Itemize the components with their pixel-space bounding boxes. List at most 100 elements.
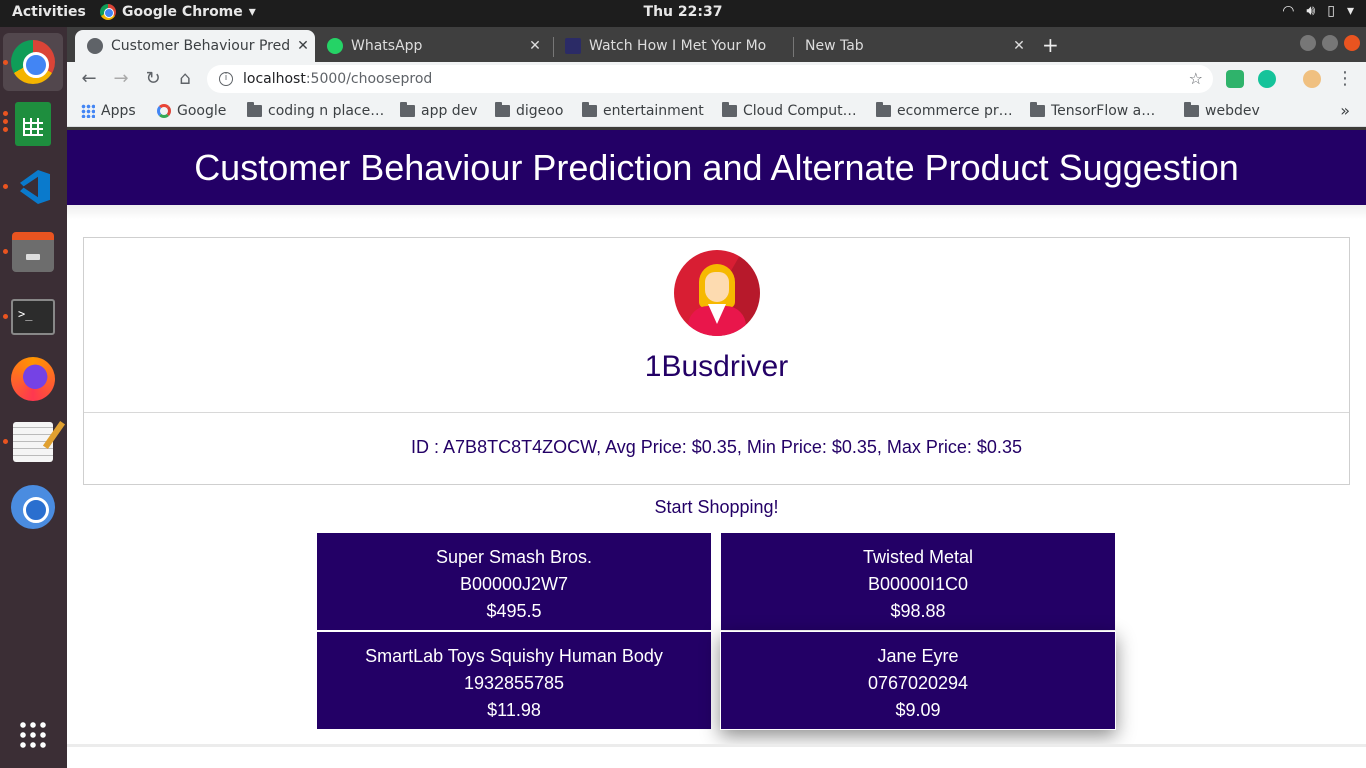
bookmark-cloud-computing[interactable]: Cloud Comput… bbox=[722, 102, 857, 119]
folder-icon bbox=[247, 102, 262, 117]
folder-icon bbox=[1030, 102, 1045, 117]
more-menu-icon[interactable]: ⋮ bbox=[1333, 67, 1357, 91]
close-icon[interactable]: ✕ bbox=[291, 38, 315, 54]
profile-avatar[interactable] bbox=[1303, 70, 1321, 88]
close-icon[interactable]: ✕ bbox=[1007, 38, 1031, 54]
bookmark-star-icon[interactable]: ☆ bbox=[1189, 69, 1203, 88]
text-editor-icon bbox=[13, 422, 53, 462]
page-title: Customer Behaviour Prediction and Altern… bbox=[67, 130, 1366, 205]
bookmark-label: webdev bbox=[1205, 103, 1260, 119]
info-icon[interactable]: i bbox=[219, 72, 233, 86]
window-controls bbox=[1300, 35, 1360, 51]
video-site-icon bbox=[565, 38, 581, 54]
minimize-button[interactable] bbox=[1300, 35, 1316, 51]
running-indicator bbox=[3, 184, 8, 189]
dock-libreoffice-calc[interactable] bbox=[10, 101, 56, 147]
url-path: :5000/chooseprod bbox=[305, 71, 433, 87]
bookmarks-overflow-icon[interactable]: » bbox=[1340, 101, 1350, 120]
folder-icon bbox=[400, 102, 415, 117]
extension-icon[interactable] bbox=[1226, 70, 1244, 88]
dock-chromium[interactable] bbox=[10, 484, 56, 530]
vscode-icon bbox=[12, 166, 54, 208]
grid-icon bbox=[18, 720, 48, 750]
bookmark-apps[interactable]: Apps bbox=[81, 103, 136, 119]
reload-button[interactable]: ↻ bbox=[141, 67, 165, 91]
product-price: $98.88 bbox=[890, 601, 946, 621]
folder-icon bbox=[1184, 102, 1199, 117]
product-card[interactable]: Twisted Metal B00000I1C0 $98.88 bbox=[720, 532, 1116, 631]
page-viewport: Customer Behaviour Prediction and Altern… bbox=[67, 130, 1366, 768]
bookmark-tensorflow[interactable]: TensorFlow a… bbox=[1030, 102, 1156, 119]
chevron-down-icon: ▾ bbox=[1346, 3, 1354, 19]
running-indicator bbox=[3, 314, 8, 319]
grammarly-icon[interactable] bbox=[1258, 70, 1276, 88]
tab-title: WhatsApp bbox=[351, 38, 423, 54]
product-price: $495.5 bbox=[486, 601, 542, 621]
home-button[interactable]: ⌂ bbox=[173, 67, 197, 91]
bookmark-ecommerce[interactable]: ecommerce pr… bbox=[876, 102, 1013, 119]
avatar-face bbox=[705, 272, 729, 302]
bookmark-webdev[interactable]: webdev bbox=[1184, 102, 1260, 119]
tab-whatsapp[interactable]: WhatsApp ✕ bbox=[315, 30, 547, 62]
tab-title: New Tab bbox=[805, 38, 864, 54]
bookmark-entertainment[interactable]: entertainment bbox=[582, 102, 704, 119]
system-tray[interactable]: ◠ 🔊︎ ▯ ▾ bbox=[1282, 3, 1354, 19]
maximize-button[interactable] bbox=[1322, 35, 1338, 51]
terminal-icon: >_ bbox=[11, 299, 55, 335]
back-button[interactable]: ← bbox=[77, 67, 101, 91]
running-indicator bbox=[3, 111, 8, 116]
product-name: Jane Eyre bbox=[877, 646, 959, 666]
product-id: 1932855785 bbox=[463, 673, 565, 693]
bookmark-digeoo[interactable]: digeoo bbox=[495, 102, 563, 119]
battery-icon: ▯ bbox=[1327, 3, 1335, 19]
address-bar[interactable]: i localhost:5000/chooseprod ☆ bbox=[207, 65, 1213, 93]
product-price: $9.09 bbox=[895, 700, 941, 720]
product-card[interactable]: Super Smash Bros. B00000J2W7 $495.5 bbox=[316, 532, 712, 631]
dock-chrome[interactable] bbox=[3, 33, 63, 91]
username: 1Busdriver bbox=[644, 350, 789, 383]
folder-icon bbox=[876, 102, 891, 117]
product-price: $11.98 bbox=[487, 700, 541, 720]
app-menu[interactable]: Google Chrome ▾ bbox=[100, 4, 256, 20]
product-name: SmartLab Toys Squishy Human Body bbox=[365, 646, 663, 666]
new-tab-button[interactable]: + bbox=[1042, 33, 1059, 57]
product-card[interactable]: Jane Eyre 0767020294 $9.09 bbox=[720, 631, 1116, 730]
dock-firefox[interactable] bbox=[10, 356, 56, 402]
running-indicator bbox=[3, 249, 8, 254]
chrome-icon bbox=[11, 40, 55, 84]
activities-button[interactable]: Activities bbox=[12, 4, 86, 20]
close-icon[interactable]: ✕ bbox=[523, 38, 547, 54]
user-card-header: 1Busdriver bbox=[84, 238, 1349, 413]
product-name: Super Smash Bros. bbox=[435, 547, 593, 567]
dock-terminal[interactable]: >_ bbox=[10, 294, 56, 340]
tab-new-tab[interactable]: New Tab ✕ bbox=[793, 30, 1031, 62]
bookmark-coding[interactable]: coding n place… bbox=[247, 102, 384, 119]
forward-button[interactable]: → bbox=[109, 67, 133, 91]
firefox-icon bbox=[11, 357, 55, 401]
tab-how-i-met-your-mother[interactable]: Watch How I Met Your Mo bbox=[553, 30, 791, 62]
bookmark-google[interactable]: Google bbox=[157, 103, 226, 119]
product-card[interactable]: SmartLab Toys Squishy Human Body 1932855… bbox=[316, 631, 712, 730]
show-applications-button[interactable] bbox=[10, 712, 56, 758]
gnome-top-bar: Activities Google Chrome ▾ Thu 22:37 ◠ 🔊… bbox=[0, 0, 1366, 27]
dock-files[interactable] bbox=[10, 229, 56, 275]
app-menu-label: Google Chrome bbox=[122, 4, 243, 20]
close-window-button[interactable] bbox=[1344, 35, 1360, 51]
whatsapp-icon bbox=[327, 38, 343, 54]
running-indicator bbox=[3, 60, 8, 65]
bookmark-label: Apps bbox=[101, 103, 136, 119]
dock-text-editor[interactable] bbox=[10, 419, 56, 465]
product-grid: Super Smash Bros. B00000J2W7 $495.5 Twis… bbox=[316, 532, 1117, 730]
bookmark-label: app dev bbox=[421, 103, 478, 119]
folder-icon bbox=[582, 102, 597, 117]
files-icon bbox=[12, 232, 54, 272]
tab-customer-behaviour[interactable]: Customer Behaviour Pred ✕ bbox=[75, 30, 315, 62]
tab-title: Customer Behaviour Pred bbox=[111, 38, 291, 54]
apps-grid-icon bbox=[81, 104, 95, 118]
dock-vscode[interactable] bbox=[10, 164, 56, 210]
spreadsheet-icon bbox=[15, 102, 51, 146]
bookmark-label: TensorFlow a… bbox=[1051, 103, 1156, 119]
page-bottom bbox=[67, 747, 1366, 768]
bookmark-app-dev[interactable]: app dev bbox=[400, 102, 478, 119]
bookmark-label: ecommerce pr… bbox=[897, 103, 1013, 119]
